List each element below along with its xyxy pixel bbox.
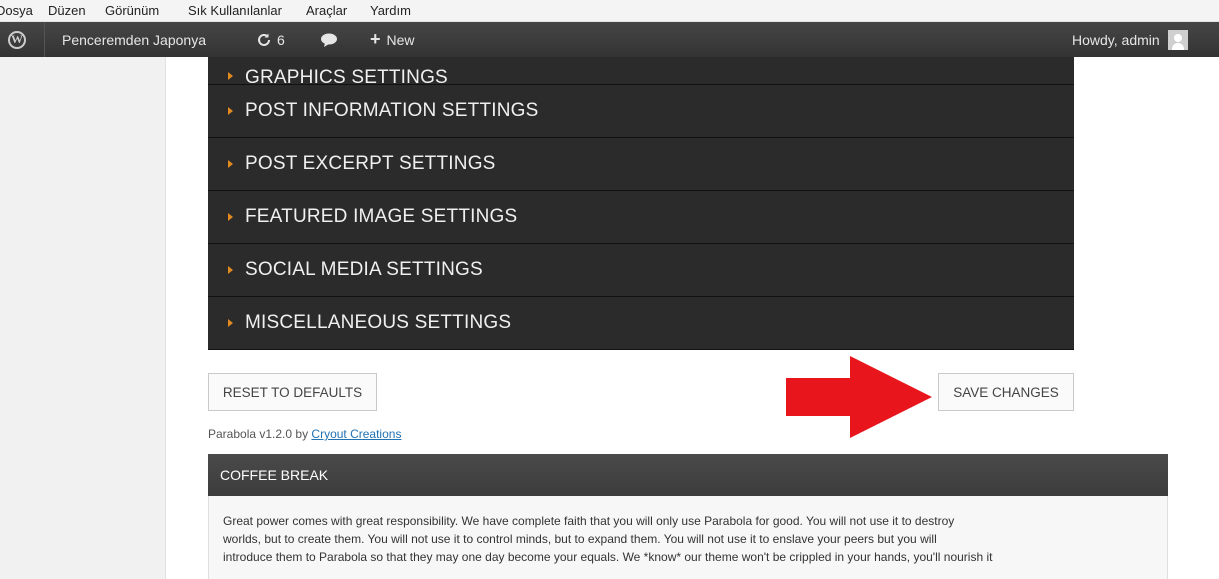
section-post-information-settings[interactable]: POST INFORMATION SETTINGS	[208, 85, 1074, 138]
menu-file[interactable]: Dosya	[0, 3, 33, 18]
section-title: POST INFORMATION SETTINGS	[245, 100, 539, 121]
theme-credit: Parabola v1.2.0 by Cryout Creations	[208, 427, 401, 441]
coffee-break-line: Great power comes with great responsibil…	[223, 514, 955, 528]
admin-menu-column	[0, 57, 166, 579]
section-title: MISCELLANEOUS SETTINGS	[245, 312, 512, 333]
expand-triangle-icon	[228, 72, 233, 80]
coffee-break-panel: COFFEE BREAK Great power comes with grea…	[208, 454, 1168, 579]
updates-button[interactable]: 6	[256, 22, 285, 57]
browser-menu-bar: Dosya Düzen Görünüm Sık Kullanılanlar Ar…	[0, 0, 1219, 22]
section-title: POST EXCERPT SETTINGS	[245, 153, 496, 174]
section-post-excerpt-settings[interactable]: POST EXCERPT SETTINGS	[208, 138, 1074, 191]
section-featured-image-settings[interactable]: FEATURED IMAGE SETTINGS	[208, 191, 1074, 244]
site-name-link[interactable]: Penceremden Japonya	[62, 22, 206, 57]
section-title: GRAPHICS SETTINGS	[245, 67, 448, 85]
expand-triangle-icon	[228, 266, 233, 274]
coffee-break-text: Great power comes with great responsibil…	[208, 496, 1168, 579]
section-title: SOCIAL MEDIA SETTINGS	[245, 259, 483, 280]
coffee-break-title: COFFEE BREAK	[208, 454, 1168, 496]
section-social-media-settings[interactable]: SOCIAL MEDIA SETTINGS	[208, 244, 1074, 297]
save-changes-button[interactable]: SAVE CHANGES	[938, 373, 1074, 411]
menu-tools[interactable]: Araçlar	[306, 3, 347, 18]
new-content-button[interactable]: + New	[370, 22, 415, 57]
reset-to-defaults-button[interactable]: RESET TO DEFAULTS	[208, 373, 377, 411]
wordpress-logo-icon: W	[8, 30, 26, 49]
red-arrow-icon	[786, 356, 932, 438]
wp-admin-bar: W Penceremden Japonya 6 + New Howdy, adm…	[0, 22, 1219, 57]
theme-settings-accordion: GRAPHICS SETTINGS POST INFORMATION SETTI…	[208, 57, 1074, 350]
user-avatar-icon	[1167, 29, 1188, 50]
howdy-label: Howdy, admin	[1072, 31, 1160, 48]
account-menu[interactable]: Howdy, admin	[1072, 22, 1188, 57]
plus-icon: +	[370, 29, 381, 49]
menu-help[interactable]: Yardım	[370, 3, 411, 18]
comments-button[interactable]	[320, 22, 338, 57]
menu-favorites[interactable]: Sık Kullanılanlar	[188, 3, 282, 18]
expand-triangle-icon	[228, 107, 233, 115]
expand-triangle-icon	[228, 319, 233, 327]
cryout-creations-link[interactable]: Cryout Creations	[311, 427, 401, 441]
coffee-break-line: introduce them to Parabola so that they …	[223, 550, 993, 564]
menu-view[interactable]: Görünüm	[105, 3, 159, 18]
section-miscellaneous-settings[interactable]: MISCELLANEOUS SETTINGS	[208, 297, 1074, 350]
new-label: New	[386, 31, 415, 48]
admin-bar-divider	[44, 22, 45, 57]
expand-triangle-icon	[228, 160, 233, 168]
refresh-icon	[258, 33, 270, 46]
menu-edit[interactable]: Düzen	[48, 3, 86, 18]
coffee-break-line: worlds, but to create them. You will not…	[223, 532, 937, 546]
speech-bubble-icon	[321, 33, 337, 47]
updates-count: 6	[277, 31, 285, 48]
wp-logo-button[interactable]: W	[8, 22, 26, 57]
expand-triangle-icon	[228, 213, 233, 221]
section-graphics-settings[interactable]: GRAPHICS SETTINGS	[208, 57, 1074, 85]
credit-prefix: Parabola v1.2.0 by	[208, 427, 312, 441]
section-title: FEATURED IMAGE SETTINGS	[245, 206, 518, 227]
